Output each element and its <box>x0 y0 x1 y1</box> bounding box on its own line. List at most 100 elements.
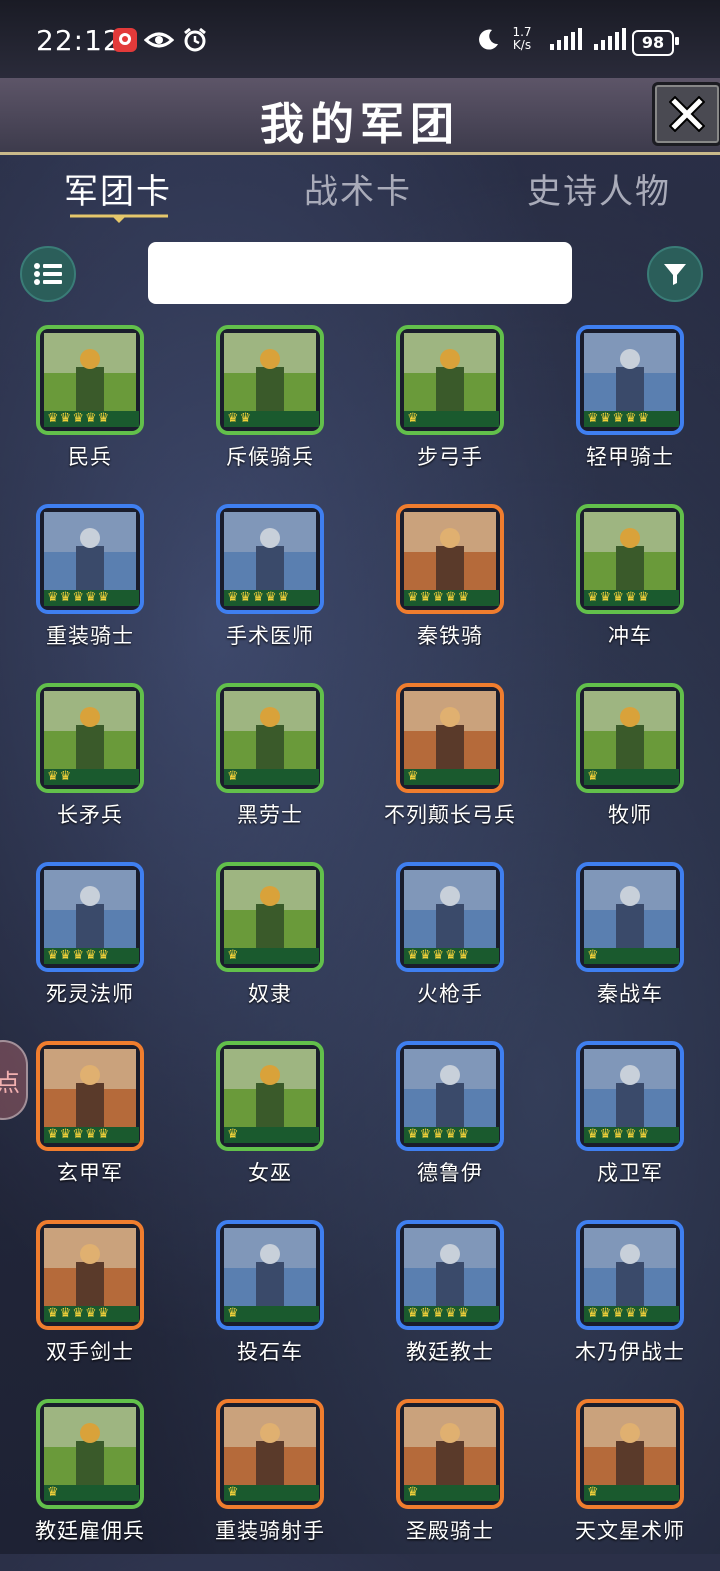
unit-card[interactable]: ♛ 奴隶 <box>180 862 360 1034</box>
unit-name: 奴隶 <box>248 982 292 1006</box>
crown-icon: ♛ <box>47 1127 59 1142</box>
crown-icon: ♛ <box>239 590 252 605</box>
star-rank-bar: ♛ ♛ ♛ ♛ ♛ <box>584 1127 679 1143</box>
unit-name: 德鲁伊 <box>417 1161 483 1185</box>
unit-name: 秦铁骑 <box>417 624 483 648</box>
crown-icon: ♛ <box>419 948 432 963</box>
status-bar: 22:12 1.7 K/s 98 <box>0 0 720 78</box>
unit-name: 圣殿骑士 <box>406 1519 494 1543</box>
crown-icon: ♛ <box>407 948 419 963</box>
unit-name: 木乃伊战士 <box>575 1340 685 1364</box>
crown-icon: ♛ <box>599 1127 612 1142</box>
unit-name: 双手剑士 <box>46 1340 134 1364</box>
unit-card[interactable]: ♛ ♛ ♛ ♛ ♛ 木乃伊战士 <box>540 1220 720 1392</box>
unit-name: 教廷教士 <box>406 1340 494 1364</box>
unit-card[interactable]: ♛ 重装骑射手 <box>180 1399 360 1571</box>
crown-icon: ♛ <box>97 1127 110 1142</box>
crown-icon: ♛ <box>72 411 84 426</box>
list-menu-button[interactable] <box>20 246 76 302</box>
star-rank-bar: ♛ ♛ <box>44 769 139 785</box>
unit-name: 重装骑士 <box>46 624 134 648</box>
unit-card[interactable]: ♛ ♛ 斥候骑兵 <box>180 325 360 497</box>
crown-icon: ♛ <box>84 1127 97 1142</box>
unit-card[interactable]: ♛ 秦战车 <box>540 862 720 1034</box>
close-button[interactable] <box>652 82 720 146</box>
unit-card[interactable]: ♛ 天文星术师 <box>540 1399 720 1571</box>
unit-card[interactable]: ♛ 教廷雇佣兵 <box>0 1399 180 1571</box>
unit-card[interactable]: ♛ 圣殿骑士 <box>360 1399 540 1571</box>
unit-name: 戍卫军 <box>597 1161 663 1185</box>
crown-icon: ♛ <box>407 590 419 605</box>
unit-name: 玄甲军 <box>57 1161 123 1185</box>
star-rank-bar: ♛ ♛ ♛ ♛ ♛ <box>44 1127 139 1143</box>
unit-card[interactable]: ♛ 女巫 <box>180 1041 360 1213</box>
unit-card[interactable]: ♛ ♛ ♛ ♛ ♛ 民兵 <box>0 325 180 497</box>
star-rank-bar: ♛ ♛ ♛ ♛ ♛ <box>404 590 499 606</box>
search-input[interactable] <box>148 242 572 304</box>
crown-icon: ♛ <box>444 1306 457 1321</box>
shopping-event-icon <box>112 26 138 54</box>
tab-epic-characters[interactable]: 史诗人物 <box>527 164 671 213</box>
unit-card[interactable]: ♛ ♛ ♛ ♛ ♛ 手术医师 <box>180 504 360 676</box>
crown-icon: ♛ <box>587 948 599 963</box>
crown-icon: ♛ <box>612 590 624 605</box>
unit-name: 火枪手 <box>417 982 483 1006</box>
tab-legion-cards[interactable]: 军团卡 <box>64 164 172 213</box>
unit-card[interactable]: ♛ ♛ 长矛兵 <box>0 683 180 855</box>
crown-icon: ♛ <box>239 411 252 426</box>
unit-portrait-frame: ♛ ♛ ♛ ♛ ♛ <box>576 325 684 435</box>
crown-icon: ♛ <box>637 411 650 426</box>
crown-icon: ♛ <box>407 1485 419 1500</box>
crown-icon: ♛ <box>59 590 72 605</box>
unit-card[interactable]: ♛ ♛ ♛ ♛ ♛ 冲车 <box>540 504 720 676</box>
unit-card[interactable]: ♛ 投石车 <box>180 1220 360 1392</box>
unit-card[interactable]: ♛ 牧师 <box>540 683 720 855</box>
crown-icon: ♛ <box>419 1127 432 1142</box>
unit-card[interactable]: ♛ ♛ ♛ ♛ ♛ 戍卫军 <box>540 1041 720 1213</box>
unit-portrait-frame: ♛ <box>36 1399 144 1509</box>
crown-icon: ♛ <box>84 948 97 963</box>
crown-icon: ♛ <box>432 948 444 963</box>
crown-icon: ♛ <box>457 1306 470 1321</box>
crown-icon: ♛ <box>599 1306 612 1321</box>
unit-card[interactable]: ♛ ♛ ♛ ♛ ♛ 双手剑士 <box>0 1220 180 1392</box>
crown-icon: ♛ <box>419 590 432 605</box>
unit-card[interactable]: ♛ ♛ ♛ ♛ ♛ 火枪手 <box>360 862 540 1034</box>
crown-icon: ♛ <box>444 590 457 605</box>
crown-icon: ♛ <box>457 948 470 963</box>
unit-portrait-frame: ♛ <box>396 325 504 435</box>
crown-icon: ♛ <box>444 1127 457 1142</box>
unit-card[interactable]: ♛ ♛ ♛ ♛ ♛ 死灵法师 <box>0 862 180 1034</box>
crown-icon: ♛ <box>624 1306 637 1321</box>
unit-card[interactable]: ♛ ♛ ♛ ♛ ♛ 重装骑士 <box>0 504 180 676</box>
unit-name: 秦战车 <box>597 982 663 1006</box>
unit-card[interactable]: ♛ ♛ ♛ ♛ ♛ 轻甲骑士 <box>540 325 720 497</box>
unit-card[interactable]: ♛ ♛ ♛ ♛ ♛ 德鲁伊 <box>360 1041 540 1213</box>
filter-button[interactable] <box>647 246 703 302</box>
unit-card[interactable]: ♛ ♛ ♛ ♛ ♛ 教廷教士 <box>360 1220 540 1392</box>
unit-portrait-frame: ♛ ♛ ♛ ♛ ♛ <box>396 1041 504 1151</box>
tab-tactic-cards[interactable]: 战术卡 <box>304 164 412 213</box>
crown-icon: ♛ <box>72 948 84 963</box>
unit-portrait-frame: ♛ <box>216 1399 324 1509</box>
crown-icon: ♛ <box>227 1127 239 1142</box>
unit-card[interactable]: ♛ ♛ ♛ ♛ ♛ 秦铁骑 <box>360 504 540 676</box>
crown-icon: ♛ <box>97 1306 110 1321</box>
unit-portrait-frame: ♛ ♛ ♛ ♛ ♛ <box>36 1041 144 1151</box>
star-rank-bar: ♛ <box>224 948 319 964</box>
crown-icon: ♛ <box>457 1127 470 1142</box>
unit-portrait-frame: ♛ ♛ ♛ ♛ ♛ <box>576 504 684 614</box>
unit-portrait-frame: ♛ ♛ ♛ ♛ ♛ <box>36 325 144 435</box>
eye-icon <box>144 26 174 54</box>
unit-name: 手术医师 <box>226 624 314 648</box>
moon-icon <box>476 26 500 54</box>
unit-card[interactable]: ♛ 步弓手 <box>360 325 540 497</box>
crown-icon: ♛ <box>587 1127 599 1142</box>
crown-icon: ♛ <box>599 590 612 605</box>
crown-icon: ♛ <box>637 590 650 605</box>
crown-icon: ♛ <box>59 1306 72 1321</box>
unit-card[interactable]: ♛ ♛ ♛ ♛ ♛ 玄甲军 <box>0 1041 180 1213</box>
unit-name: 重装骑射手 <box>215 1519 325 1543</box>
unit-card[interactable]: ♛ 不列颠长弓兵 <box>360 683 540 855</box>
unit-card[interactable]: ♛ 黑劳士 <box>180 683 360 855</box>
